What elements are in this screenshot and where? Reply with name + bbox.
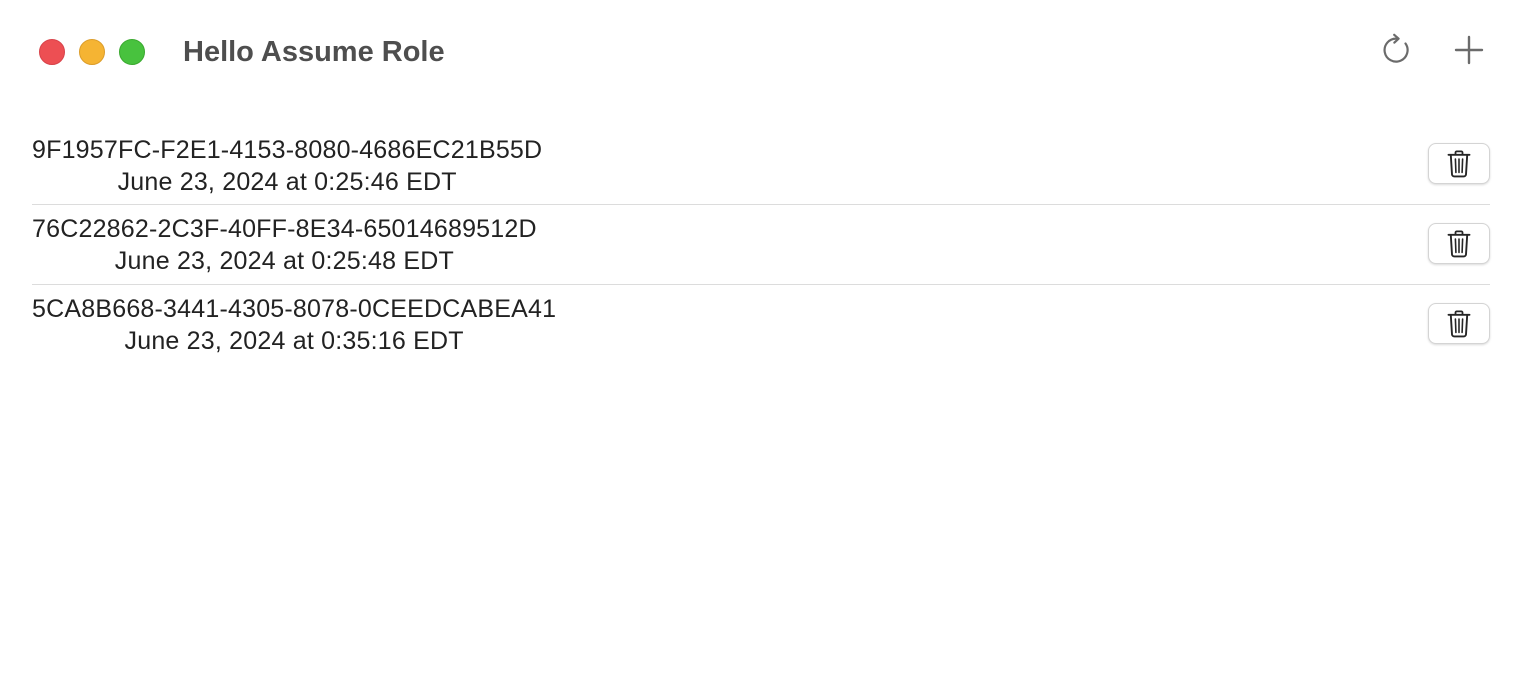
plus-icon — [1454, 35, 1484, 65]
delete-button[interactable] — [1428, 223, 1490, 264]
list-item: 9F1957FC-F2E1-4153-8080-4686EC21B55D Jun… — [32, 124, 1490, 204]
close-window-button[interactable] — [39, 39, 65, 65]
session-id: 76C22862-2C3F-40FF-8E34-65014689512D — [32, 215, 537, 243]
app-window: Hello Assume Role 9F1957FC-F2E1-4153-808… — [0, 0, 1522, 680]
session-id: 9F1957FC-F2E1-4153-8080-4686EC21B55D — [32, 136, 543, 164]
window-title: Hello Assume Role — [183, 36, 445, 68]
list-item-text: 9F1957FC-F2E1-4153-8080-4686EC21B55D Jun… — [32, 134, 542, 198]
list-item: 5CA8B668-3441-4305-8078-0CEEDCABEA41 Jun… — [32, 284, 1490, 364]
trash-icon — [1447, 230, 1471, 257]
session-date: June 23, 2024 at 0:25:46 EDT — [117, 168, 457, 196]
delete-button[interactable] — [1428, 143, 1490, 184]
session-id: 5CA8B668-3441-4305-8078-0CEEDCABEA41 — [32, 295, 557, 323]
session-date: June 23, 2024 at 0:35:16 EDT — [124, 327, 464, 355]
session-date: June 23, 2024 at 0:25:48 EDT — [114, 247, 454, 275]
title-bar: Hello Assume Role — [0, 0, 1522, 100]
refresh-button[interactable] — [1377, 30, 1417, 70]
zoom-window-button[interactable] — [119, 39, 145, 65]
session-list: 9F1957FC-F2E1-4153-8080-4686EC21B55D Jun… — [32, 124, 1490, 364]
add-button[interactable] — [1449, 30, 1489, 70]
list-item: 76C22862-2C3F-40FF-8E34-65014689512D Jun… — [32, 204, 1490, 284]
trash-icon — [1447, 310, 1471, 337]
trash-icon — [1447, 150, 1471, 177]
delete-button[interactable] — [1428, 303, 1490, 344]
minimize-window-button[interactable] — [79, 39, 105, 65]
list-item-text: 5CA8B668-3441-4305-8078-0CEEDCABEA41 Jun… — [32, 293, 556, 357]
arrow-clockwise-icon — [1383, 33, 1409, 63]
list-item-text: 76C22862-2C3F-40FF-8E34-65014689512D Jun… — [32, 213, 537, 277]
